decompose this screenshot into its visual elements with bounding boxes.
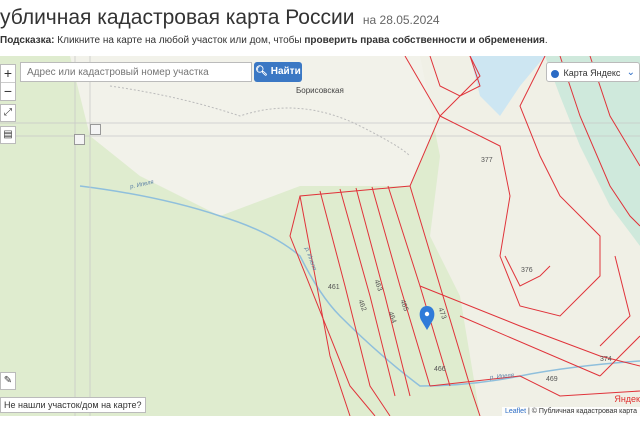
map-layer-selected: Карта Яндекс	[563, 68, 621, 78]
yandex-logo: Яндек	[614, 394, 640, 404]
fullscreen-button[interactable]: ⤢	[0, 104, 16, 122]
hint-bold-text: проверить права собственности и обремене…	[304, 35, 545, 46]
parcel-label: 466	[434, 366, 446, 373]
search-button-label: Найти	[270, 66, 301, 77]
map-layer-select[interactable]: Карта Яндекс ⌄	[546, 62, 640, 82]
parcel-label: 374	[600, 356, 612, 363]
zoom-control: + −	[0, 64, 16, 101]
hint-row: Подсказка: Кликните на карте на любой уч…	[0, 35, 548, 46]
place-label: Борисовская	[296, 86, 344, 95]
zoom-out-button[interactable]: −	[1, 83, 15, 100]
search-icon: 🔍︎	[255, 66, 268, 77]
radio-selected-icon	[551, 69, 559, 78]
ruler-button[interactable]: ✎	[0, 372, 16, 390]
map-canvas[interactable]: + − ⤢ ▤ ✎ 🔍︎ Найти Карта Яндекс ⌄ Борисо…	[0, 56, 640, 416]
ruler-icon: ✎	[3, 375, 13, 386]
zoom-in-button[interactable]: +	[1, 65, 15, 83]
not-found-link[interactable]: Не нашли участок/дом на карте?	[0, 397, 146, 413]
search-input[interactable]	[20, 62, 252, 82]
page-title: убличная кадастровая карта России	[0, 6, 355, 29]
print-button[interactable]: ▤	[0, 126, 16, 144]
chevron-down-icon: ⌄	[626, 67, 635, 78]
parcel-label: 461	[328, 284, 340, 291]
expand-icon: ⤢	[4, 107, 12, 118]
map-layer	[0, 56, 640, 416]
broken-image-icon	[90, 124, 101, 135]
title-row: убличная кадастровая карта России на 28.…	[0, 6, 440, 36]
hint-text: Кликните на карте на любой участок или д…	[57, 35, 302, 46]
parcel-label: 469	[546, 376, 558, 383]
parcel-label: 377	[481, 157, 493, 164]
attribution-text: | © Публичная кадастровая карта	[526, 408, 637, 415]
map-attribution: Leaflet | © Публичная кадастровая карта	[502, 407, 640, 416]
leaflet-link[interactable]: Leaflet	[505, 408, 526, 415]
broken-image-icon	[74, 134, 85, 145]
parcel-label: 376	[521, 267, 533, 274]
search-button[interactable]: 🔍︎ Найти	[254, 62, 302, 82]
hint-text-end: .	[544, 35, 548, 46]
hint-label: Подсказка:	[0, 35, 55, 46]
page-date: на 28.05.2024	[362, 13, 440, 27]
print-icon: ▤	[3, 129, 13, 140]
